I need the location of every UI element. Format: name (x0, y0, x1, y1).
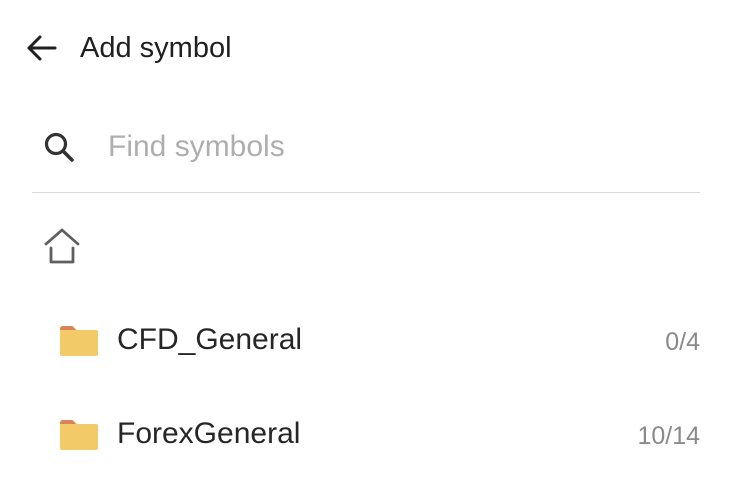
page-title: Add symbol (80, 32, 232, 64)
folder-icon (60, 420, 98, 450)
add-symbol-screen: Add symbol CFD_General 0/4 ForexGeneral … (0, 0, 742, 478)
home-button[interactable] (40, 224, 84, 268)
folder-icon (60, 326, 98, 356)
folder-count: 10/14 (637, 422, 700, 450)
back-button[interactable] (22, 30, 62, 66)
folder-name: CFD_General (117, 323, 303, 356)
folder-row-cfd-general[interactable]: CFD_General 0/4 (0, 302, 742, 378)
search-icon (44, 132, 74, 162)
folder-name: ForexGeneral (117, 417, 301, 450)
search-input[interactable] (108, 124, 668, 170)
search-bar (32, 116, 700, 193)
home-icon (44, 228, 80, 264)
header: Add symbol (0, 0, 742, 96)
folder-count: 0/4 (665, 328, 700, 356)
folder-row-forex-general[interactable]: ForexGeneral 10/14 (0, 396, 742, 472)
arrow-left-icon (27, 35, 57, 61)
